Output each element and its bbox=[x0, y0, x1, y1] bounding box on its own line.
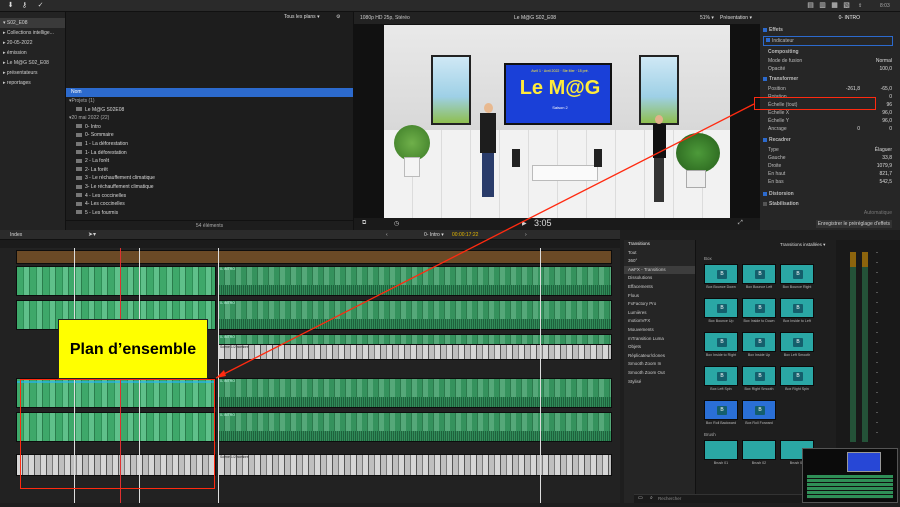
annotation-arrow bbox=[215, 103, 755, 379]
